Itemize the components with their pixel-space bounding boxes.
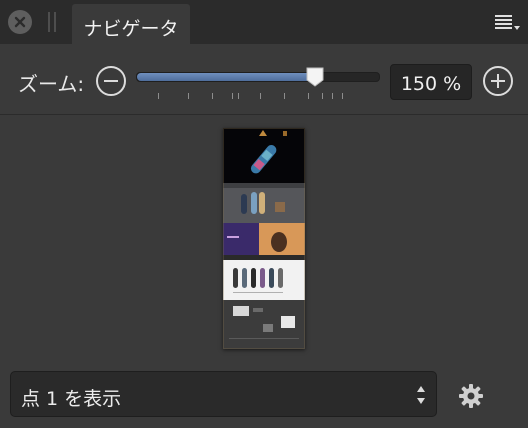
zoom-slider-tick <box>342 93 343 99</box>
zoom-slider-tick <box>232 93 233 99</box>
zoom-slider-thumb[interactable] <box>305 66 325 88</box>
zoom-slider-tick <box>284 93 285 99</box>
zoom-label: ズーム: <box>18 72 85 96</box>
gear-icon[interactable] <box>458 383 484 409</box>
zoom-slider-tick <box>158 93 159 99</box>
view-point-select-value: 点 1 を表示 <box>21 388 122 410</box>
close-icon[interactable] <box>8 10 32 34</box>
panel-menu-icon[interactable] <box>492 12 522 34</box>
drag-grip-icon[interactable] <box>48 12 56 32</box>
updown-arrows-icon <box>416 384 426 406</box>
zoom-slider-tick <box>238 93 239 99</box>
zoom-slider-tick <box>332 93 333 99</box>
zoom-value-text: 150 % <box>400 73 462 95</box>
zoom-slider[interactable] <box>136 72 380 82</box>
tab-navigator-label: ナビゲータ <box>83 18 179 40</box>
zoom-slider-tick <box>260 93 261 99</box>
zoom-value-field[interactable]: 150 % <box>390 64 472 100</box>
view-point-select[interactable]: 点 1 を表示 <box>10 371 437 417</box>
zoom-out-icon[interactable] <box>96 66 126 96</box>
tab-navigator[interactable]: ナビゲータ <box>72 4 190 44</box>
zoom-slider-tick <box>322 93 323 99</box>
zoom-slider-tick <box>212 93 213 99</box>
zoom-slider-tick <box>308 93 309 99</box>
zoom-slider-fill <box>137 73 316 81</box>
zoom-slider-tick <box>188 93 189 99</box>
panel-tabbar: ナビゲータ <box>0 0 528 44</box>
divider <box>0 114 528 115</box>
zoom-in-icon[interactable] <box>483 66 513 96</box>
preview-viewport-frame[interactable] <box>223 128 305 349</box>
